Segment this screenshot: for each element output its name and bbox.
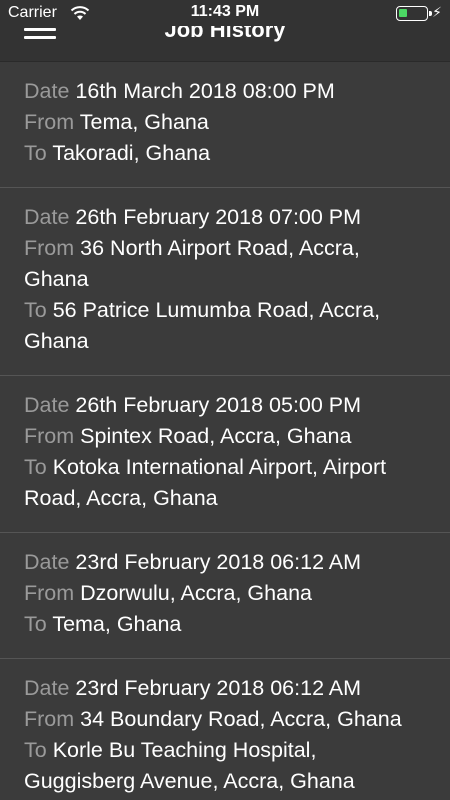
job-date: 16th March 2018 08:00 PM xyxy=(75,79,335,103)
job-to-row: To Korle Bu Teaching Hospital, Guggisber… xyxy=(24,735,430,797)
job-from: Spintex Road, Accra, Ghana xyxy=(80,424,352,448)
job-to: Kotoka International Airport, Airport Ro… xyxy=(24,455,387,510)
job-list-item[interactable]: Date 23rd February 2018 06:12 AM From Dz… xyxy=(0,533,450,659)
job-to: Tema, Ghana xyxy=(52,612,182,636)
status-time: 11:43 PM xyxy=(190,3,260,20)
job-date-row: Date 26th February 2018 05:00 PM xyxy=(24,390,430,421)
job-list-item[interactable]: Date 16th March 2018 08:00 PM From Tema,… xyxy=(0,62,450,188)
date-label: Date xyxy=(24,79,70,103)
job-list-item[interactable]: Date 26th February 2018 07:00 PM From 36… xyxy=(0,188,450,376)
job-date: 23rd February 2018 06:12 AM xyxy=(75,676,362,700)
job-from: Dzorwulu, Accra, Ghana xyxy=(80,581,312,605)
job-history-list[interactable]: Date 16th March 2018 08:00 PM From Tema,… xyxy=(0,62,450,800)
date-label: Date xyxy=(24,393,70,417)
job-date-row: Date 16th March 2018 08:00 PM xyxy=(24,76,430,107)
to-label: To xyxy=(24,455,47,479)
job-date: 26th February 2018 07:00 PM xyxy=(75,205,362,229)
job-to: 56 Patrice Lumumba Road, Accra, Ghana xyxy=(24,298,381,353)
to-label: To xyxy=(24,141,47,165)
to-label: To xyxy=(24,612,47,636)
job-to-row: To Tema, Ghana xyxy=(24,609,430,640)
job-to-row: To Kotoka International Airport, Airport… xyxy=(24,452,430,514)
date-label: Date xyxy=(24,550,70,574)
job-from-row: From 36 North Airport Road, Accra, Ghana xyxy=(24,233,430,295)
job-list-item[interactable]: Date 23rd February 2018 06:12 AM From 34… xyxy=(0,659,450,800)
to-label: To xyxy=(24,738,47,762)
job-date: 26th February 2018 05:00 PM xyxy=(75,393,362,417)
job-from-row: From Dzorwulu, Accra, Ghana xyxy=(24,578,430,609)
date-label: Date xyxy=(24,205,70,229)
job-to-row: To Takoradi, Ghana xyxy=(24,138,430,169)
job-from: 34 Boundary Road, Accra, Ghana xyxy=(80,707,402,731)
job-list-item[interactable]: Date 26th February 2018 05:00 PM From Sp… xyxy=(0,376,450,533)
from-label: From xyxy=(24,581,75,605)
from-label: From xyxy=(24,236,75,260)
date-label: Date xyxy=(24,676,70,700)
battery-level xyxy=(399,9,407,17)
job-date-row: Date 26th February 2018 07:00 PM xyxy=(24,202,430,233)
job-to: Takoradi, Ghana xyxy=(52,141,211,165)
job-date: 23rd February 2018 06:12 AM xyxy=(75,550,362,574)
to-label: To xyxy=(24,298,47,322)
job-from-row: From Spintex Road, Accra, Ghana xyxy=(24,421,430,452)
job-date-row: Date 23rd February 2018 06:12 AM xyxy=(24,547,430,578)
job-from: 36 North Airport Road, Accra, Ghana xyxy=(24,236,360,291)
battery-icon xyxy=(396,6,432,21)
charging-bolt-icon: ⚡ xyxy=(432,4,442,20)
from-label: From xyxy=(24,707,75,731)
from-label: From xyxy=(24,110,75,134)
job-date-row: Date 23rd February 2018 06:12 AM xyxy=(24,673,430,704)
job-to-row: To 56 Patrice Lumumba Road, Accra, Ghana xyxy=(24,295,430,357)
job-from-row: From Tema, Ghana xyxy=(24,107,430,138)
job-from: Tema, Ghana xyxy=(79,110,209,134)
job-from-row: From 34 Boundary Road, Accra, Ghana xyxy=(24,704,430,735)
from-label: From xyxy=(24,424,75,448)
job-to: Korle Bu Teaching Hospital, Guggisberg A… xyxy=(24,738,355,793)
status-bar: Carrier 11:43 PM ⚡ xyxy=(0,0,450,26)
